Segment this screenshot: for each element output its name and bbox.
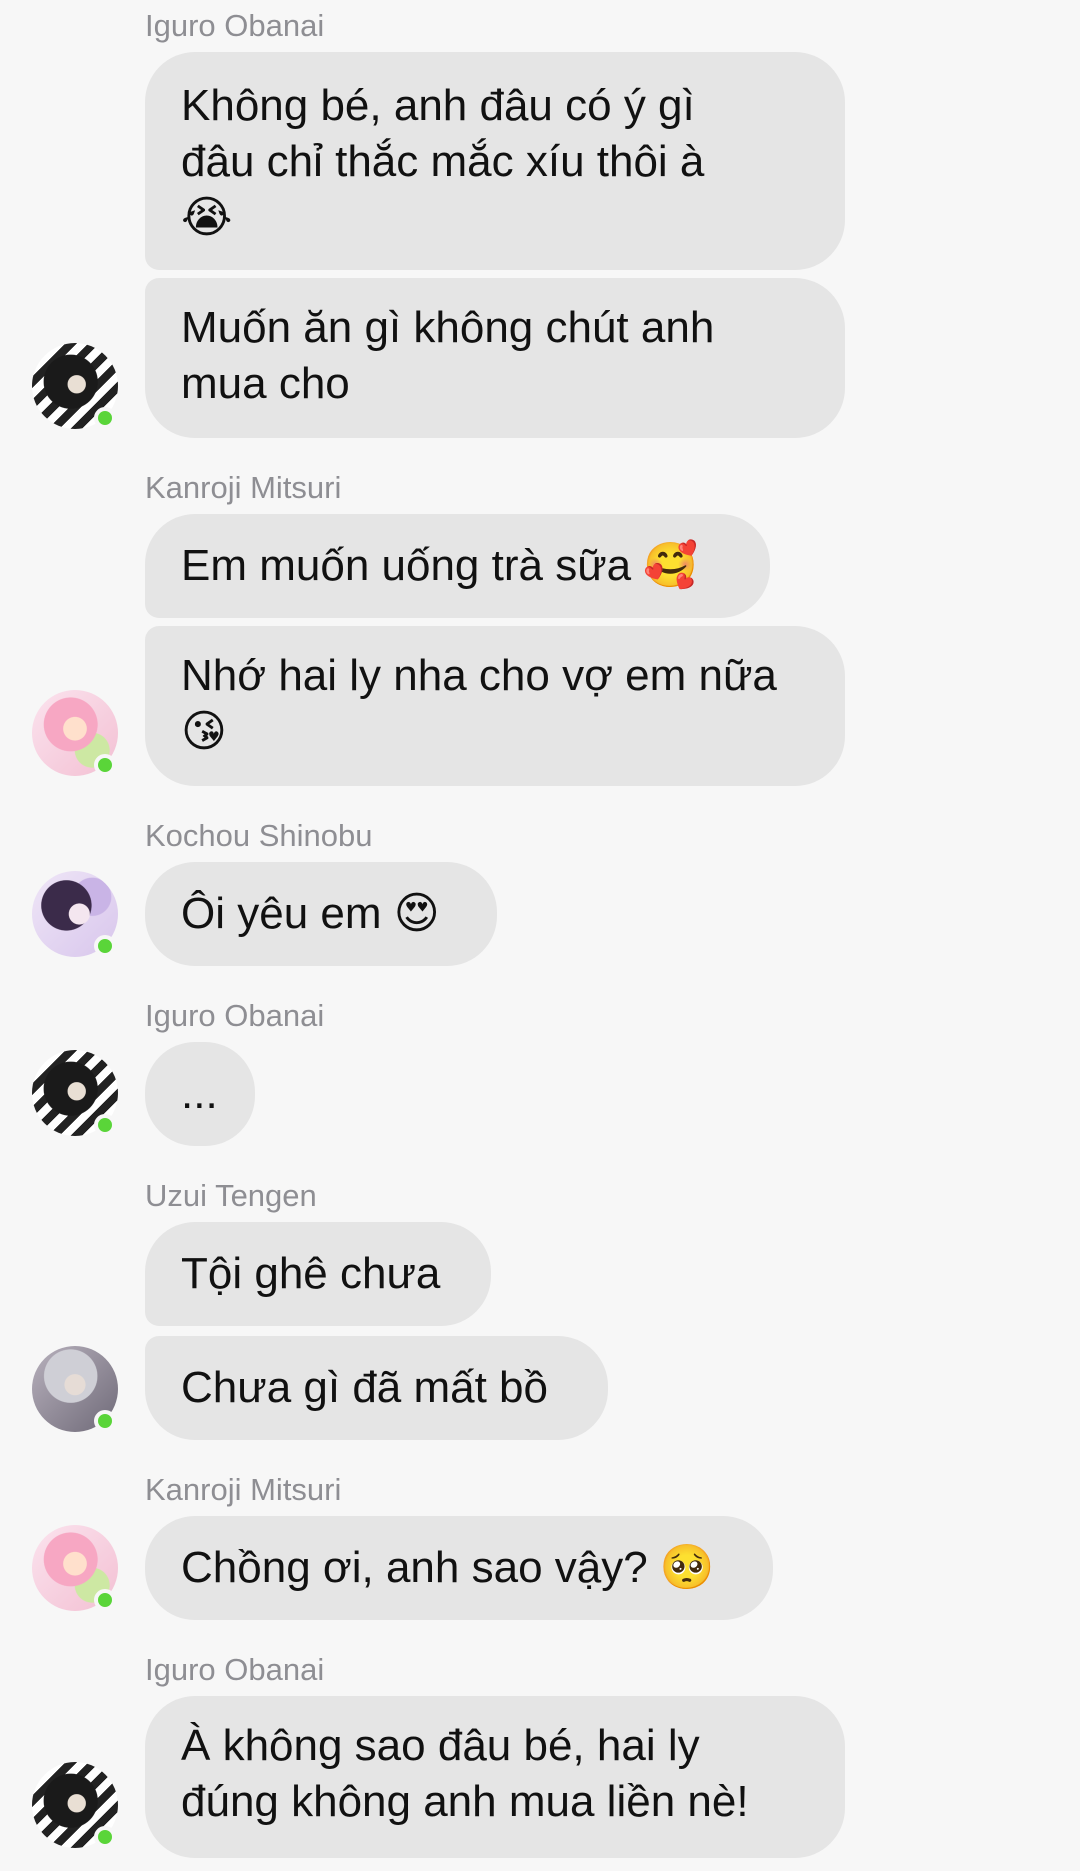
sender-name: Uzui Tengen: [145, 1178, 317, 1213]
online-status-icon: [94, 754, 116, 776]
online-status-icon: [94, 1114, 116, 1136]
message-bubble[interactable]: Muốn ăn gì không chút anh mua cho: [145, 278, 845, 438]
message-bubble[interactable]: Chồng ơi, anh sao vậy? 🥺: [145, 1516, 773, 1620]
online-status-icon: [94, 1410, 116, 1432]
sender-name: Iguro Obanai: [145, 8, 325, 43]
avatar[interactable]: [32, 1346, 118, 1432]
online-status-icon: [94, 1589, 116, 1611]
sender-name: Kanroji Mitsuri: [145, 470, 342, 505]
sender-name: Kanroji Mitsuri: [145, 1472, 342, 1507]
avatar[interactable]: [32, 871, 118, 957]
avatar[interactable]: [32, 1050, 118, 1136]
message-bubble[interactable]: Nhớ hai ly nha cho vợ em nữa 😘: [145, 626, 845, 786]
message-bubble[interactable]: ...: [145, 1042, 255, 1146]
message-bubble[interactable]: Em muốn uống trà sữa 🥰: [145, 514, 770, 618]
message-bubble[interactable]: Ôi yêu em 😍: [145, 862, 497, 966]
message-bubble[interactable]: Chưa gì đã mất bồ: [145, 1336, 608, 1440]
online-status-icon: [94, 407, 116, 429]
avatar[interactable]: [32, 690, 118, 776]
message-bubble[interactable]: Tội ghê chưa: [145, 1222, 491, 1326]
sender-name: Kochou Shinobu: [145, 818, 373, 853]
avatar[interactable]: [32, 343, 118, 429]
sender-name: Iguro Obanai: [145, 1652, 325, 1687]
avatar[interactable]: [32, 1762, 118, 1848]
online-status-icon: [94, 935, 116, 957]
online-status-icon: [94, 1826, 116, 1848]
avatar[interactable]: [32, 1525, 118, 1611]
message-bubble[interactable]: Không bé, anh đâu có ý gì đâu chỉ thắc m…: [145, 52, 845, 270]
message-bubble[interactable]: À không sao đâu bé, hai ly đúng không an…: [145, 1696, 845, 1858]
sender-name: Iguro Obanai: [145, 998, 325, 1033]
